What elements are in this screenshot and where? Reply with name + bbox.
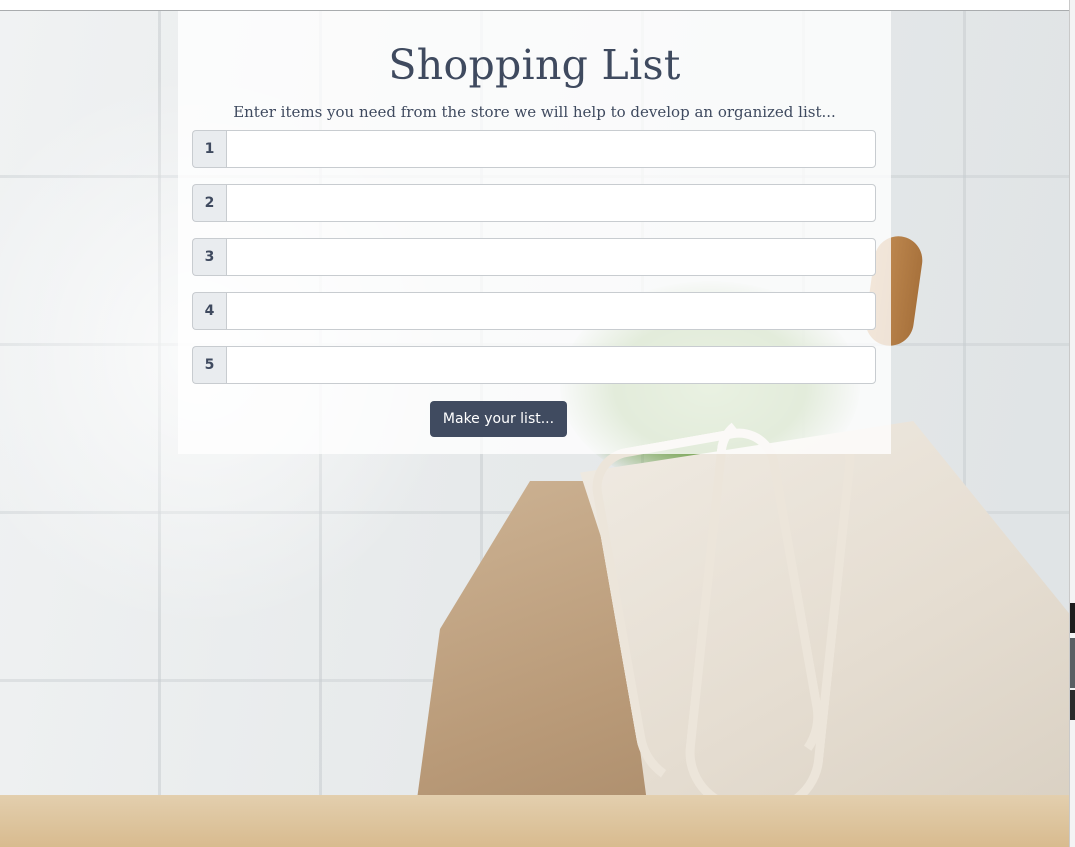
item-input-2[interactable] <box>226 184 876 222</box>
window-edge-dark <box>1070 603 1075 633</box>
shopping-list-panel: Shopping List Enter items you need from … <box>178 11 891 454</box>
item-row-3: 3 <box>192 238 876 276</box>
item-row-1: 1 <box>192 130 876 168</box>
item-number-label: 5 <box>192 346 226 384</box>
item-input-4[interactable] <box>226 292 876 330</box>
window-edge-dark <box>1070 638 1075 688</box>
window-edge-dark <box>1070 690 1075 720</box>
item-row-5: 5 <box>192 346 876 384</box>
item-number-label: 4 <box>192 292 226 330</box>
item-input-1[interactable] <box>226 130 876 168</box>
make-list-button[interactable]: Make your list... <box>430 401 567 437</box>
page-subtitle: Enter items you need from the store we w… <box>233 103 836 121</box>
item-number-label: 1 <box>192 130 226 168</box>
page-title: Shopping List <box>388 41 681 89</box>
wood-counter <box>0 795 1069 847</box>
item-input-5[interactable] <box>226 346 876 384</box>
item-row-2: 2 <box>192 184 876 222</box>
item-input-3[interactable] <box>226 238 876 276</box>
item-number-label: 3 <box>192 238 226 276</box>
top-border <box>0 0 1069 11</box>
window-edge <box>1069 0 1075 847</box>
item-row-4: 4 <box>192 292 876 330</box>
item-number-label: 2 <box>192 184 226 222</box>
